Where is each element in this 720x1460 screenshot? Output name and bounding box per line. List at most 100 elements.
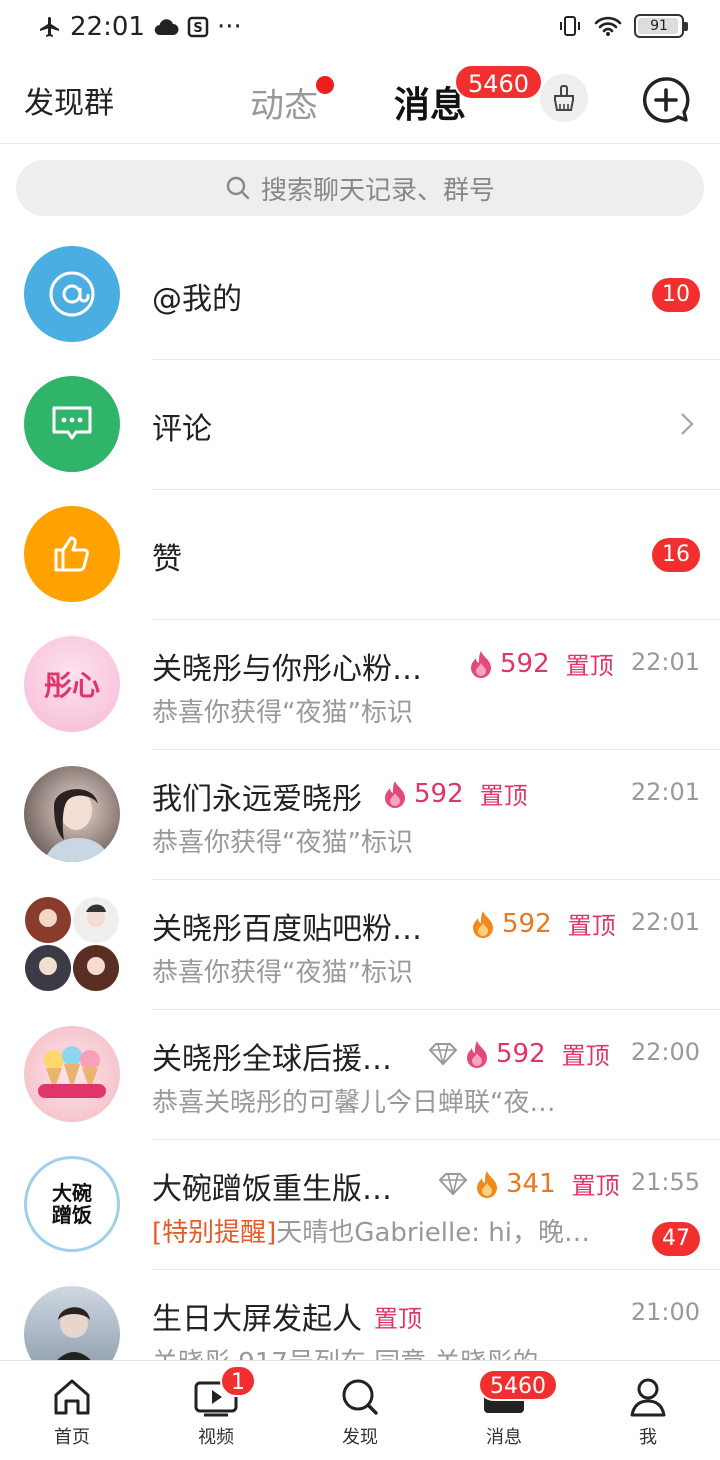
chat-meta: 592 置顶 — [428, 1036, 610, 1071]
profile-icon — [630, 1378, 666, 1417]
tab-xiaoxi-label: 消息 — [394, 85, 467, 126]
activity-score: 592 — [496, 1038, 546, 1069]
at-icon — [49, 271, 95, 317]
avatar-text: 大碗 — [52, 1181, 92, 1205]
search-placeholder: 搜索聊天记录、群号 — [260, 175, 495, 206]
broom-icon — [554, 85, 574, 111]
chat-preview: 恭喜你获得“夜猫”标识 — [152, 698, 413, 728]
list-item-chat[interactable]: 彤心 关晓彤与你彤心粉… 592 置顶 22:01 恭喜你获得“夜猫”标识 — [0, 620, 720, 750]
chat-title-text: 生日大屏发起人 — [152, 1302, 362, 1337]
thumbs-up-icon — [54, 536, 89, 572]
status-right: 91 — [558, 14, 688, 38]
list-item-chat[interactable]: 我们永远爱晓彤 592 置顶 22:01 恭喜你获得“夜猫”标识 — [0, 750, 720, 880]
row-title: 评论 — [152, 412, 212, 447]
activity-score: 592 — [500, 648, 550, 679]
chat-meta: 341 置顶 — [438, 1166, 620, 1201]
comment-avatar — [24, 376, 120, 472]
list-item-comments[interactable]: 评论 — [0, 360, 720, 490]
chat-preview-text: 天晴也Gabrielle: hi，晚… — [276, 1218, 590, 1248]
nav-label: 消息 — [486, 1427, 522, 1448]
portrait-image — [44, 789, 110, 862]
list-item-chat[interactable]: 关晓彤百度贴吧粉… 592 置顶 22:01 恭喜你获得“夜猫”标识 — [0, 880, 720, 1010]
nav-label: 发现 — [342, 1427, 378, 1448]
chat-title-text: 关晓彤全球后援… — [152, 1042, 392, 1077]
pinned-label: 置顶 — [565, 652, 614, 680]
special-reminder-tag: [特别提醒] — [152, 1218, 277, 1248]
tab-dongtai[interactable]: 动态 — [250, 76, 334, 127]
chat-time: 22:01 — [630, 648, 700, 676]
add-chat-icon — [642, 77, 690, 123]
messages-badge: 5460 — [454, 64, 544, 100]
airplane-icon — [40, 17, 59, 37]
list-item-likes[interactable]: 赞 16 — [0, 490, 720, 620]
chat-time: 22:01 — [630, 908, 700, 936]
list-item-mentions[interactable]: @我的 10 — [0, 230, 720, 360]
nav-label: 视频 — [198, 1427, 234, 1448]
chat-time: 21:00 — [630, 1298, 700, 1326]
flame-icon — [471, 650, 491, 678]
pinned-label: 置顶 — [567, 912, 616, 940]
flame-icon — [385, 780, 405, 808]
status-bar: 22:01 S ··· 91 — [0, 0, 720, 58]
diamond-icon — [438, 1172, 468, 1195]
chat-title-text: 关晓彤与你彤心粉… — [152, 652, 422, 687]
chat-title-text: 大碗蹭饭重生版… — [152, 1172, 392, 1207]
home-icon — [54, 1379, 90, 1415]
list-item-chat[interactable]: 关晓彤全球后援… 592 置顶 22:00 恭喜关晓彤的可馨儿今日蝉联“夜… — [0, 1010, 720, 1140]
pinned-label: 置顶 — [374, 1304, 422, 1333]
flame-icon — [477, 1170, 497, 1198]
nav-me[interactable]: 我 — [576, 1361, 720, 1460]
ice-cream-image — [38, 1046, 106, 1098]
battery-icon: 91 — [634, 14, 688, 38]
list-item-chat[interactable]: 大碗 蹭饭 大碗蹭饭重生版… 341 置顶 21:55 [特别提醒]天晴也Gab… — [0, 1140, 720, 1270]
vibrate-icon — [560, 16, 580, 36]
avatar-text: 蹭饭 — [52, 1203, 92, 1227]
activity-score: 341 — [506, 1168, 556, 1199]
chat-meta: 592 置顶 — [382, 776, 528, 811]
portrait-image — [57, 1307, 91, 1360]
chat-title: 关晓彤百度贴吧粉… — [152, 904, 422, 948]
list-item-chat[interactable]: 生日大屏发起人 置顶 21:00 关晓彤 917号列车 同意 关晓彤的… — [0, 1270, 720, 1360]
pinned-label: 置顶 — [479, 782, 528, 810]
unread-badge: 47 — [652, 1222, 700, 1256]
clear-unread-button[interactable] — [540, 74, 588, 122]
chat-title-text: 我们永远爱晓彤 — [152, 782, 362, 817]
cloud-icon — [154, 19, 179, 36]
tab-dongtai-label: 动态 — [250, 86, 318, 126]
pinned-label: 置顶 — [571, 1172, 620, 1200]
nav-home[interactable]: 首页 — [0, 1361, 144, 1460]
comment-icon — [52, 406, 92, 440]
group-avatar-grid — [24, 896, 120, 992]
status-left: 22:01 S ··· — [38, 12, 242, 42]
discover-groups-button[interactable]: 发现群 — [24, 78, 114, 122]
wifi-icon — [594, 16, 622, 36]
app-notification-icon: S — [187, 16, 209, 38]
pinned-label: 置顶 — [561, 1042, 610, 1070]
message-list: @我的 10 评论 赞 16 彤心 关晓彤与你彤心粉… 592 置顶 22:01… — [0, 230, 720, 1360]
chat-preview: 恭喜关晓彤的可馨儿今日蝉联“夜… — [152, 1088, 556, 1118]
multi-member-avatar — [25, 897, 119, 991]
chat-title: 关晓彤全球后援… — [152, 1034, 392, 1078]
chat-title: 大碗蹭饭重生版… — [152, 1164, 392, 1208]
chat-time: 21:55 — [630, 1168, 700, 1196]
group-avatar: 彤心 — [24, 636, 120, 732]
flame-icon — [467, 1040, 487, 1068]
new-chat-button[interactable] — [640, 74, 692, 126]
search-bar[interactable]: 搜索聊天记录、群号 — [16, 160, 704, 216]
svg-text:S: S — [193, 21, 202, 36]
nav-label: 首页 — [54, 1427, 90, 1448]
nav-video[interactable]: 视频 1 — [144, 1361, 288, 1460]
like-avatar — [24, 506, 120, 602]
chat-title: 我们永远爱晓彤 — [152, 774, 362, 818]
diamond-icon — [428, 1042, 458, 1065]
chat-time: 22:01 — [630, 778, 700, 806]
nav-discover[interactable]: 发现 — [288, 1361, 432, 1460]
group-avatar — [24, 1286, 120, 1360]
chat-preview: 关晓彤 917号列车 同意 关晓彤的… — [152, 1342, 564, 1360]
new-dot — [316, 76, 334, 94]
activity-score: 592 — [414, 778, 464, 809]
chat-title: 生日大屏发起人 置顶 — [152, 1294, 422, 1338]
nav-messages[interactable]: 消息 5460 — [432, 1361, 576, 1460]
top-header: 发现群 动态 消息 5460 — [0, 58, 720, 144]
chat-preview: 恭喜你获得“夜猫”标识 — [152, 828, 413, 858]
